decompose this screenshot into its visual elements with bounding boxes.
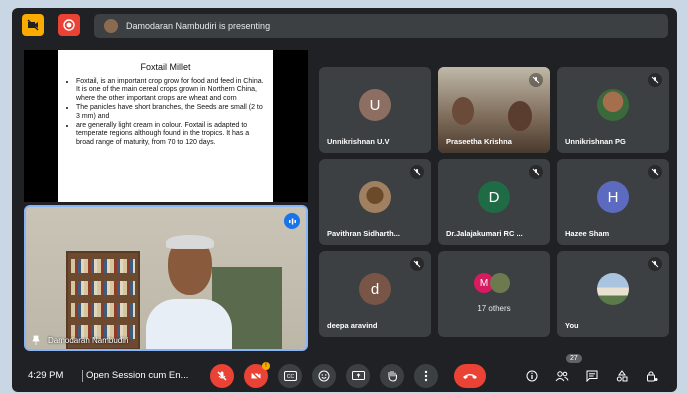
participant-tile[interactable]: Unnikrishnan PG	[557, 67, 669, 153]
host-controls-button[interactable]	[642, 366, 662, 386]
mic-off-icon	[648, 73, 662, 87]
mic-off-icon	[648, 257, 662, 271]
presenting-text: Damodaran Nambudiri is presenting	[126, 21, 271, 31]
record-icon	[63, 19, 75, 31]
video-person	[452, 97, 474, 125]
meeting-controls-bar: 4:29 PM Open Session cum En... ! CC 27	[12, 354, 677, 392]
mic-off-icon	[217, 371, 227, 381]
participant-avatar	[359, 181, 391, 213]
chat-icon	[586, 370, 598, 382]
microphone-toggle-button[interactable]	[210, 364, 234, 388]
clock: 4:29 PM	[28, 370, 64, 381]
shared-screen: Foxtail Millet Foxtail, is an important …	[24, 50, 308, 202]
presenter-person	[146, 235, 232, 349]
slide-bullet: Foxtail, is an important crop grow for f…	[76, 78, 265, 103]
svg-text:CC: CC	[286, 374, 294, 380]
mic-off-icon	[529, 165, 543, 179]
chat-button[interactable]	[582, 366, 602, 386]
mic-off-icon	[529, 73, 543, 87]
lock-person-icon	[647, 371, 658, 382]
present-screen-button[interactable]	[346, 364, 370, 388]
presenter-name: Damodaran Nambudiri	[48, 335, 129, 345]
others-tile[interactable]: M 17 others	[438, 251, 550, 337]
slide-bullet: are generally light cream in colour. Fox…	[76, 122, 265, 147]
slide-bullet: The panicles have short branches, the Se…	[76, 104, 265, 121]
participant-tile[interactable]: d deepa aravind	[319, 251, 431, 337]
present-screen-icon	[351, 370, 365, 380]
others-count-label: 17 others	[477, 304, 511, 313]
speaking-icon	[284, 213, 300, 229]
mic-off-icon	[648, 165, 662, 179]
participant-tile[interactable]: D Dr.Jalajakumari RC ...	[438, 159, 550, 245]
participant-avatar: D	[478, 181, 510, 213]
participant-avatar	[597, 89, 629, 121]
participant-name: deepa aravind	[327, 321, 378, 330]
raise-hand-icon	[388, 371, 397, 382]
participant-name: Unnikrishnan U.V	[327, 137, 390, 146]
participant-tile[interactable]: Pavithran Sidharth...	[319, 159, 431, 245]
leave-call-button[interactable]	[454, 364, 486, 388]
pin-icon	[32, 335, 40, 345]
divider	[82, 370, 83, 382]
activities-icon	[616, 370, 628, 382]
participant-avatar: d	[359, 273, 391, 305]
participant-name: You	[565, 321, 579, 330]
self-tile[interactable]: You	[557, 251, 669, 337]
people-button[interactable]	[552, 366, 572, 386]
captions-button[interactable]: CC	[278, 364, 302, 388]
emoji-reactions-button[interactable]	[312, 364, 336, 388]
presenter-avatar	[104, 19, 118, 33]
presenter-name-label: Damodaran Nambudiri	[32, 335, 128, 345]
camera-off-icon	[251, 371, 261, 381]
people-icon	[555, 371, 569, 382]
participant-name: Hazee Sham	[565, 229, 610, 238]
camera-off-indicator[interactable]	[22, 14, 44, 36]
raise-hand-button[interactable]	[380, 364, 404, 388]
info-icon	[526, 370, 538, 382]
participant-name: Pavithran Sidharth...	[327, 229, 400, 238]
people-count-badge: 27	[566, 354, 582, 363]
participant-name: Praseetha Krishna	[446, 137, 512, 146]
camera-warning-badge: !	[262, 362, 270, 370]
participant-avatar: H	[597, 181, 629, 213]
meeting-details-button[interactable]	[522, 366, 542, 386]
captions-icon: CC	[283, 371, 297, 381]
more-options-button[interactable]	[414, 364, 438, 388]
presenting-banner: Damodaran Nambudiri is presenting	[94, 14, 668, 38]
emoji-icon	[318, 370, 330, 382]
participant-name: Dr.Jalajakumari RC ...	[446, 229, 523, 238]
participant-tile[interactable]: U Unnikrishnan U.V	[319, 67, 431, 153]
more-vert-icon	[424, 370, 428, 382]
slide-bullets: Foxtail, is an important crop grow for f…	[58, 78, 273, 147]
camera-toggle-button[interactable]: !	[244, 362, 270, 388]
meet-window: Damodaran Nambudiri is presenting Foxtai…	[12, 8, 677, 392]
participant-name: Unnikrishnan PG	[565, 137, 626, 146]
self-avatar	[597, 273, 629, 305]
presenter-video-tile[interactable]: Damodaran Nambudiri	[24, 205, 308, 351]
participant-tile[interactable]: Praseetha Krishna	[438, 67, 550, 153]
participant-avatar	[490, 273, 510, 293]
camera-off-icon	[27, 19, 39, 31]
hang-up-icon	[463, 374, 477, 379]
video-person	[508, 101, 532, 131]
presentation-slide: Foxtail Millet Foxtail, is an important …	[58, 50, 273, 202]
recording-indicator[interactable]	[58, 14, 80, 36]
meeting-title: Open Session cum En...	[86, 370, 189, 381]
mic-off-icon	[410, 257, 424, 271]
participant-tile[interactable]: H Hazee Sham	[557, 159, 669, 245]
mic-off-icon	[410, 165, 424, 179]
slide-title: Foxtail Millet	[140, 62, 191, 72]
others-avatars: M	[474, 273, 510, 293]
activities-button[interactable]	[612, 366, 632, 386]
participant-avatar: U	[359, 89, 391, 121]
